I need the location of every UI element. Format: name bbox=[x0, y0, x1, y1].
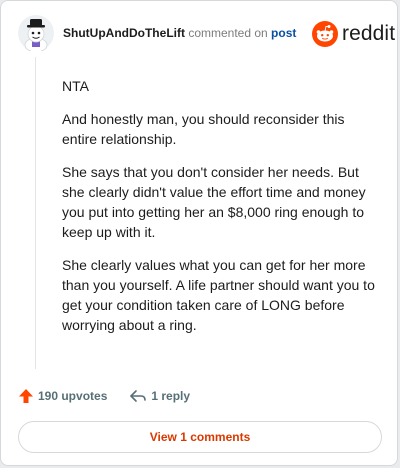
comment-paragraph: She clearly values what you can get for … bbox=[62, 257, 375, 333]
upvote-button[interactable]: 190 upvotes bbox=[18, 388, 107, 404]
comment-card: ShutUpAndDoTheLift commented on post red… bbox=[0, 0, 398, 466]
reply-arrow-icon bbox=[130, 390, 147, 402]
thread-line bbox=[35, 57, 36, 369]
comment-paragraph: And honestly man, you should reconsider … bbox=[62, 111, 345, 147]
view-comments-button[interactable]: View 1 comments bbox=[18, 421, 382, 453]
reddit-wordmark: reddit bbox=[342, 22, 396, 45]
comment-paragraph: She says that you don't consider her nee… bbox=[62, 164, 366, 240]
comment-paragraph: NTA bbox=[62, 78, 89, 94]
post-link[interactable]: post bbox=[271, 26, 296, 40]
comment-body: NTA And honestly man, you should reconsi… bbox=[62, 76, 382, 348]
comment-actions: 190 upvotes 1 reply bbox=[18, 386, 190, 406]
username-link[interactable]: ShutUpAndDoTheLift bbox=[63, 26, 185, 40]
upvote-count: 190 upvotes bbox=[38, 389, 108, 403]
upvote-arrow-icon bbox=[19, 389, 33, 403]
reddit-logo[interactable]: reddit bbox=[312, 21, 395, 47]
reply-count: 1 reply bbox=[151, 389, 191, 403]
reddit-logo-icon bbox=[312, 21, 338, 47]
comment-header: ShutUpAndDoTheLift commented on post bbox=[63, 25, 296, 41]
user-avatar-icon[interactable] bbox=[18, 15, 54, 53]
commented-on-text: commented on bbox=[188, 26, 268, 40]
reply-button[interactable]: 1 reply bbox=[129, 388, 190, 404]
